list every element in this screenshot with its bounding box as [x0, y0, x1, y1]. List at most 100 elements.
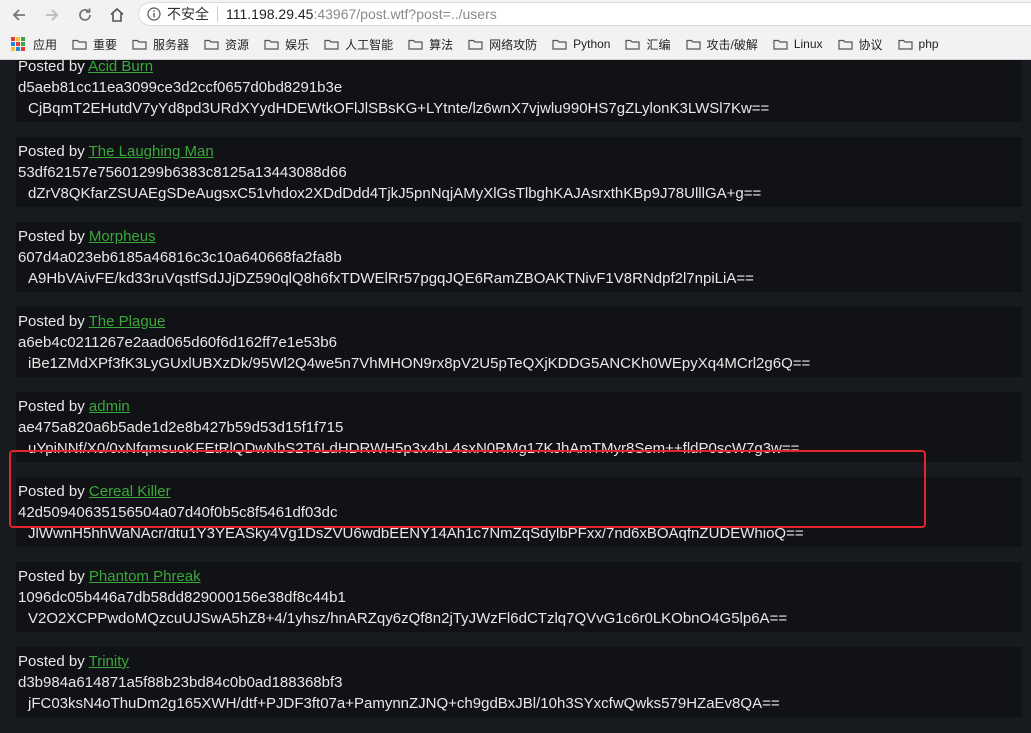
bookmark-label: 协议 [858, 37, 883, 52]
post-hash: 1096dc05b446a7db58dd829000156e38df8c44b1 [18, 589, 346, 606]
bookmark-label: 重要 [93, 37, 118, 52]
post-card: Posted by Phantom Phreak 1096dc05b446a7db… [16, 562, 1022, 632]
post-card: Posted by The Laughing Man 53df62157e7560… [16, 137, 1022, 207]
bookmark-label: 网络攻防 [489, 37, 538, 52]
folder-icon [408, 39, 423, 50]
folder-icon [773, 39, 788, 50]
post-hash: 607d4a023eb6185a46816c3c10a640668fa2fa8b [18, 249, 342, 266]
reload-button[interactable] [72, 2, 98, 28]
bookmark-label: 娱乐 [285, 37, 310, 52]
author-link[interactable]: The Plague [89, 313, 166, 330]
forward-arrow-icon [46, 9, 59, 21]
post-card: Posted by Morpheus 607d4a023eb6185a46816c… [16, 222, 1022, 292]
bookmark-folder[interactable]: 网络攻防 [468, 36, 537, 53]
forward-button[interactable] [39, 2, 65, 28]
post-hash: d3b984a614871a5f88b23bd84c0b0ad188368bf3 [18, 674, 343, 691]
folder-icon [625, 39, 641, 50]
bookmarks-bar: 应用 重要 服务器 资源 娱乐 人工智能 算法 网络攻防 Python 汇编 攻击/破解 Linux 协… [0, 29, 1031, 60]
post-card: Posted by Trinity d3b984a614871a5f88b23bd… [16, 647, 1022, 717]
browser-toolbar: 不安全 111.198.29.45:43967/post.wtf?post=..… [0, 0, 1031, 29]
post-hash: ae475a820a6b5ade1d2e8b427b59d53d15f1f715 [18, 419, 344, 436]
author-link[interactable]: admin [89, 398, 130, 415]
bookmark-label: Linux [793, 37, 823, 51]
posted-by-label: Posted by [18, 568, 85, 585]
page-content: Posted by Acid Burn d5aeb81cc11ea3099ce3d… [0, 60, 1031, 733]
bookmark-label: 应用 [33, 37, 58, 52]
author-link[interactable]: The Laughing Man [89, 143, 214, 160]
bookmark-label: php [918, 37, 939, 51]
posted-by-label: Posted by [18, 143, 85, 160]
folder-icon [468, 39, 483, 50]
post-byline: Posted by admin [18, 396, 1022, 417]
folder-icon [264, 39, 279, 50]
posted-by-label: Posted by [18, 60, 85, 75]
post-hash: 53df62157e75601299b6383c8125a13443088d66 [18, 164, 347, 181]
back-button[interactable] [6, 2, 32, 28]
folder-icon [837, 39, 853, 50]
bookmark-folder[interactable]: 重要 [72, 36, 117, 53]
folder-icon [552, 39, 567, 50]
apps-grid-icon [11, 37, 25, 51]
author-link[interactable]: Cereal Killer [89, 483, 171, 500]
bookmark-label: 服务器 [153, 37, 190, 52]
url-host: 111.198.29.45 [226, 6, 314, 22]
bookmark-label: 汇编 [646, 37, 671, 52]
home-icon [110, 7, 124, 22]
post-body: jFC03ksN4oThuDm2g165XWH/dtf+PJDF3ft07a+P… [28, 695, 780, 712]
author-link[interactable]: Morpheus [89, 228, 156, 245]
author-link[interactable]: Acid Burn [88, 60, 153, 75]
post-hash: a6eb4c0211267e2aad065d60f6d162ff7e1e53b6 [18, 334, 337, 351]
bookmark-folder[interactable]: 算法 [408, 36, 453, 53]
author-link[interactable]: Trinity [89, 653, 129, 670]
bookmark-folder[interactable]: 资源 [204, 36, 249, 53]
bookmark-folder[interactable]: Linux [773, 37, 823, 51]
bookmark-folder[interactable]: 人工智能 [324, 36, 393, 53]
post-byline: Posted by Acid Burn [18, 60, 1022, 77]
folder-icon [324, 39, 339, 50]
post-card: Posted by admin ae475a820a6b5ade1d2e8b427… [16, 392, 1022, 462]
bookmark-folder[interactable]: 娱乐 [264, 36, 309, 53]
posted-by-label: Posted by [18, 483, 85, 500]
url-path: :43967/post.wtf?post=../users [313, 6, 497, 22]
post-card: Posted by Cereal Killer 42d50940635156504… [16, 477, 1022, 547]
folder-icon [204, 39, 219, 50]
back-arrow-icon [12, 9, 25, 21]
post-byline: Posted by The Plague [18, 311, 1022, 332]
folder-icon [72, 39, 87, 50]
post-byline: Posted by The Laughing Man [18, 141, 1022, 162]
bookmark-folder[interactable]: 协议 [837, 36, 883, 53]
post-hash: d5aeb81cc11ea3099ce3d2ccf0657d0bd8291b3e [18, 79, 343, 96]
bookmark-label: Python [573, 37, 611, 51]
bookmark-folder[interactable]: php [897, 37, 939, 51]
post-card: Posted by The Plague a6eb4c0211267e2aad06… [16, 307, 1022, 377]
posted-by-label: Posted by [18, 653, 85, 670]
folder-icon [685, 39, 701, 50]
bookmark-folder[interactable]: 攻击/破解 [685, 36, 758, 53]
bookmark-apps[interactable]: 应用 [11, 36, 57, 53]
author-link[interactable]: Phantom Phreak [89, 568, 201, 585]
info-icon [147, 7, 161, 21]
bookmark-folder[interactable]: Python [552, 37, 610, 51]
post-body: A9HbVAivFE/kd33ruVqstfSdJJjDZ590qlQ8h6fx… [28, 270, 754, 287]
posted-by-label: Posted by [18, 313, 85, 330]
bookmark-label: 资源 [225, 37, 250, 52]
posted-by-label: Posted by [18, 228, 85, 245]
post-card: Posted by Acid Burn d5aeb81cc11ea3099ce3d… [16, 60, 1022, 122]
post-body: CjBqmT2EHutdV7yYd8pd3URdXYydHDEWtkOFlJlS… [28, 100, 770, 117]
bookmark-label: 算法 [429, 37, 454, 52]
folder-icon [897, 39, 913, 50]
bookmark-label: 人工智能 [345, 37, 394, 52]
security-label: 不安全 [167, 6, 209, 22]
post-byline: Posted by Cereal Killer [18, 481, 1022, 502]
bookmark-folder[interactable]: 服务器 [132, 36, 189, 53]
post-body: JlWwnH5hhWaNAcr/dtu1Y3YEASky4Vg1DsZVU6wd… [28, 525, 804, 542]
post-body: dZrV8QKfarZSUAEgSDeAugsxC51vhdox2XDdDdd4… [28, 185, 762, 202]
post-byline: Posted by Morpheus [18, 226, 1022, 247]
address-bar[interactable]: 不安全 111.198.29.45:43967/post.wtf?post=..… [138, 2, 1031, 26]
bookmark-folder[interactable]: 汇编 [625, 36, 671, 53]
home-button[interactable] [104, 2, 130, 28]
post-list: Posted by Acid Burn d5aeb81cc11ea3099ce3d… [16, 60, 1022, 732]
post-body: iBe1ZMdXPf3fK3LyGUxlUBXzDk/95Wl2Q4we5n7V… [28, 355, 811, 372]
post-hash: 42d50940635156504a07d40f0b5c8f5461df03dc [18, 504, 338, 521]
folder-icon [132, 39, 147, 50]
